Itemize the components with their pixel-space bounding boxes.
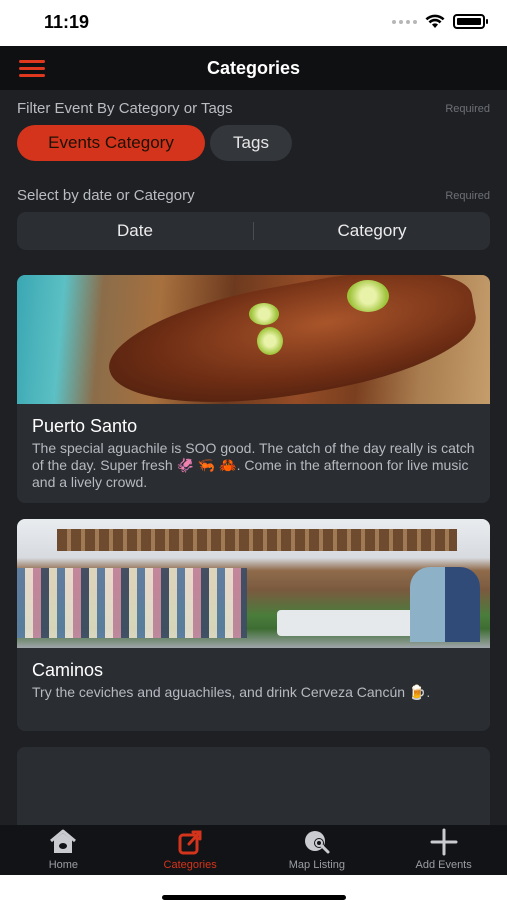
card-title: Puerto Santo — [32, 416, 138, 436]
page-title: Categories — [206, 58, 301, 78]
event-card-puerto-santo[interactable]: Puerto Santo The special aguachile is SO… — [17, 275, 490, 503]
tab-bar: Home Categories Map Listing Add Events — [0, 825, 507, 875]
wifi-icon — [425, 14, 445, 28]
filter-label: Filter Event By Category or Tags — [17, 100, 233, 117]
tab-label: Home — [48, 859, 79, 871]
tab-categories[interactable]: Categories — [127, 825, 254, 875]
status-bar: 11:19 — [0, 0, 507, 46]
select-required: Required — [445, 190, 490, 202]
card-title: Caminos — [32, 660, 104, 680]
home-indicator-area — [0, 875, 507, 900]
map-search-icon — [304, 831, 330, 854]
filter-required: Required — [445, 103, 490, 115]
card-description: Try the ceviches and aguachiles, and dri… — [32, 684, 431, 700]
tab-label: Map Listing — [288, 859, 345, 871]
share-icon — [178, 830, 202, 855]
battery-icon — [453, 14, 488, 29]
tab-add-events[interactable]: Add Events — [380, 825, 507, 875]
status-time: 11:19 — [44, 12, 90, 32]
plus-icon — [430, 828, 458, 856]
segment-category[interactable]: Category — [254, 221, 490, 241]
event-image — [17, 275, 490, 404]
home-icon — [50, 829, 77, 853]
select-label: Select by date or Category — [17, 187, 195, 204]
date-category-segmented-control: Date Category — [17, 212, 490, 250]
card-description: The special aguachile is SOO good. The c… — [32, 440, 475, 490]
tags-pill[interactable]: Tags — [210, 125, 292, 161]
signal-icon — [392, 19, 417, 24]
app-header: Categories — [0, 46, 507, 90]
event-card-partial[interactable] — [17, 747, 490, 827]
status-icons — [392, 14, 488, 29]
event-image — [17, 519, 490, 648]
tab-label: Add Events — [415, 859, 472, 871]
home-indicator — [162, 895, 346, 900]
tab-label: Categories — [163, 859, 217, 871]
tab-map-listing[interactable]: Map Listing — [254, 825, 381, 875]
segment-date[interactable]: Date — [17, 221, 253, 241]
tab-home[interactable]: Home — [0, 825, 127, 875]
events-category-pill[interactable]: Events Category — [17, 125, 205, 161]
event-card-caminos[interactable]: Caminos Try the ceviches and aguachiles,… — [17, 519, 490, 731]
